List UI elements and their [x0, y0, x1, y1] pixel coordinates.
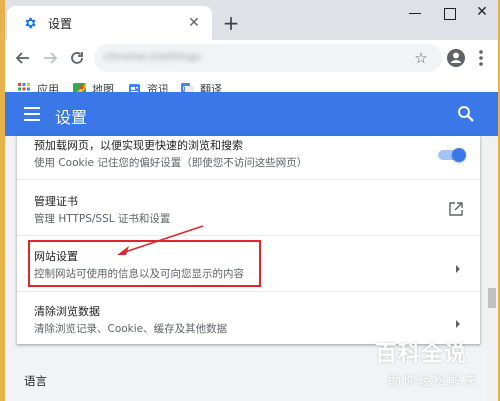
watermark-logo: 百科全说 助你轻松解决: [375, 336, 495, 398]
watermark-sub: 助你轻松解决: [388, 374, 479, 389]
watermark-main: 百科全说: [375, 342, 468, 367]
browser-window: 设置 ✕ + ✕ chrome://settings ☆ 应用 地图 资讯 G …: [5, 0, 498, 401]
scrollbar-thumb[interactable]: [488, 288, 496, 308]
